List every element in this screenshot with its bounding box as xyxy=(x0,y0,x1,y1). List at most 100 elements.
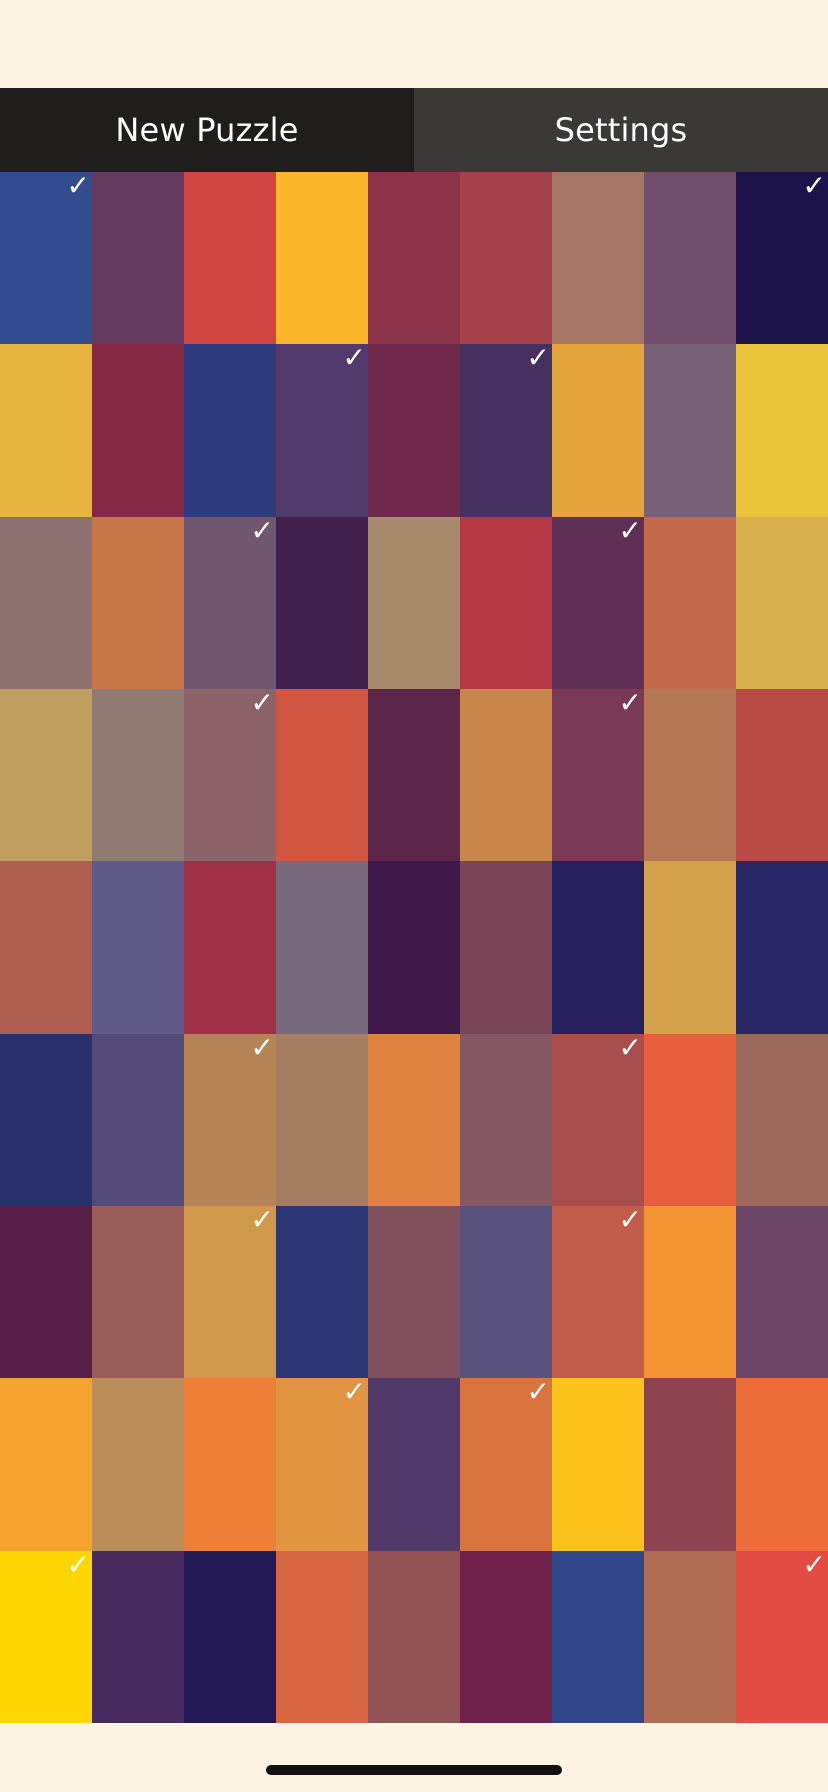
puzzle-tile[interactable] xyxy=(644,861,736,1034)
puzzle-tile[interactable] xyxy=(276,172,368,345)
puzzle-tile[interactable] xyxy=(92,688,184,862)
puzzle-tile[interactable] xyxy=(276,1550,368,1723)
puzzle-tile-locked: ✓ xyxy=(0,1547,92,1723)
puzzle-tile[interactable] xyxy=(0,1378,92,1551)
puzzle-tile-locked: ✓ xyxy=(184,1202,276,1379)
puzzle-tile-locked: ✓ xyxy=(552,685,644,862)
puzzle-tile-locked: ✓ xyxy=(184,513,276,689)
checkmark-icon: ✓ xyxy=(250,1030,274,1064)
puzzle-tile[interactable] xyxy=(644,1205,736,1379)
puzzle-tile[interactable] xyxy=(736,516,828,689)
checkmark-icon: ✓ xyxy=(342,341,366,375)
puzzle-tile[interactable] xyxy=(552,1550,644,1723)
checkmark-icon: ✓ xyxy=(526,1375,550,1409)
puzzle-tile[interactable] xyxy=(276,1205,368,1379)
checkmark-icon: ✓ xyxy=(250,685,274,719)
puzzle-tile[interactable] xyxy=(644,1033,736,1206)
puzzle-tile[interactable] xyxy=(184,172,276,345)
checkmark-icon: ✓ xyxy=(618,1202,642,1236)
puzzle-tile[interactable] xyxy=(0,861,92,1034)
checkmark-icon: ✓ xyxy=(250,1202,274,1236)
checkmark-icon: ✓ xyxy=(618,513,642,547)
checkmark-icon: ✓ xyxy=(526,341,550,375)
status-bar-area xyxy=(0,0,828,88)
puzzle-tile[interactable] xyxy=(644,1378,736,1551)
puzzle-tile[interactable] xyxy=(644,688,736,862)
puzzle-tile-locked: ✓ xyxy=(184,685,276,862)
puzzle-tile-locked: ✓ xyxy=(552,1202,644,1379)
puzzle-tile[interactable] xyxy=(644,344,736,517)
puzzle-tile[interactable] xyxy=(368,516,460,689)
checkmark-icon: ✓ xyxy=(802,1547,826,1581)
puzzle-tile[interactable] xyxy=(276,516,368,689)
puzzle-tile[interactable] xyxy=(460,1550,552,1723)
puzzle-tile[interactable] xyxy=(368,344,460,517)
puzzle-tile[interactable] xyxy=(92,1550,184,1723)
puzzle-tile[interactable] xyxy=(368,1378,460,1551)
checkmark-icon: ✓ xyxy=(342,1375,366,1409)
puzzle-tile[interactable] xyxy=(0,1205,92,1379)
puzzle-tile[interactable] xyxy=(736,1205,828,1379)
puzzle-tile[interactable] xyxy=(92,1378,184,1551)
checkmark-icon: ✓ xyxy=(250,513,274,547)
puzzle-tile[interactable] xyxy=(276,861,368,1034)
checkmark-icon: ✓ xyxy=(802,169,826,202)
checkmark-icon: ✓ xyxy=(66,169,90,202)
puzzle-tile[interactable] xyxy=(552,861,644,1034)
puzzle-tile[interactable] xyxy=(368,1550,460,1723)
puzzle-tile[interactable] xyxy=(644,1550,736,1723)
checkmark-icon: ✓ xyxy=(618,685,642,719)
puzzle-tile[interactable] xyxy=(552,344,644,517)
puzzle-tile[interactable] xyxy=(644,172,736,345)
puzzle-tile[interactable] xyxy=(368,688,460,862)
puzzle-tile[interactable] xyxy=(276,688,368,862)
puzzle-tile-locked: ✓ xyxy=(276,341,368,517)
puzzle-tile[interactable] xyxy=(736,688,828,862)
puzzle-tile[interactable] xyxy=(460,688,552,862)
puzzle-tile[interactable] xyxy=(92,172,184,345)
puzzle-tile[interactable] xyxy=(0,344,92,517)
puzzle-tile[interactable] xyxy=(368,1205,460,1379)
puzzle-tile[interactable] xyxy=(276,1033,368,1206)
puzzle-tile[interactable] xyxy=(92,344,184,517)
puzzle-tile[interactable] xyxy=(368,861,460,1034)
puzzle-tile[interactable] xyxy=(184,1378,276,1551)
settings-button[interactable]: Settings xyxy=(414,88,828,172)
puzzle-tile[interactable] xyxy=(0,516,92,689)
puzzle-tile[interactable] xyxy=(460,172,552,345)
puzzle-tile[interactable] xyxy=(736,344,828,517)
puzzle-tile-locked: ✓ xyxy=(276,1375,368,1551)
puzzle-tile[interactable] xyxy=(552,1378,644,1551)
puzzle-tile[interactable] xyxy=(368,1033,460,1206)
checkmark-icon: ✓ xyxy=(66,1547,90,1581)
puzzle-tile[interactable] xyxy=(92,516,184,689)
puzzle-tile[interactable] xyxy=(0,1033,92,1206)
home-indicator xyxy=(266,1765,562,1775)
puzzle-tile[interactable] xyxy=(184,1550,276,1723)
puzzle-tile[interactable] xyxy=(92,1033,184,1206)
checkmark-icon: ✓ xyxy=(618,1030,642,1064)
puzzle-tile[interactable] xyxy=(92,861,184,1034)
puzzle-tile[interactable] xyxy=(552,172,644,345)
puzzle-tile[interactable] xyxy=(736,1378,828,1551)
puzzle-tile[interactable] xyxy=(460,861,552,1034)
puzzle-tile[interactable] xyxy=(736,861,828,1034)
puzzle-tile[interactable] xyxy=(368,172,460,345)
puzzle-tile[interactable] xyxy=(0,688,92,862)
puzzle-tile[interactable] xyxy=(92,1205,184,1379)
puzzle-tile-locked: ✓ xyxy=(460,1375,552,1551)
puzzle-tile[interactable] xyxy=(460,516,552,689)
toolbar: New Puzzle Settings xyxy=(0,88,828,172)
puzzle-tile-locked: ✓ xyxy=(736,169,828,345)
puzzle-tile[interactable] xyxy=(460,1205,552,1379)
puzzle-tile[interactable] xyxy=(736,1033,828,1206)
puzzle-tile[interactable] xyxy=(184,861,276,1034)
new-puzzle-button[interactable]: New Puzzle xyxy=(0,88,414,172)
puzzle-tile[interactable] xyxy=(184,344,276,517)
puzzle-tile[interactable] xyxy=(644,516,736,689)
puzzle-tile-locked: ✓ xyxy=(736,1547,828,1723)
puzzle-grid: ✓ ✓ ✓ ✓ ✓ ✓ ✓ ✓ ✓ ✓ ✓ ✓ ✓ ✓ ✓ ✓ xyxy=(0,172,828,1723)
puzzle-tile-locked: ✓ xyxy=(552,513,644,689)
puzzle-tile[interactable] xyxy=(460,1033,552,1206)
puzzle-tile-locked: ✓ xyxy=(184,1030,276,1206)
